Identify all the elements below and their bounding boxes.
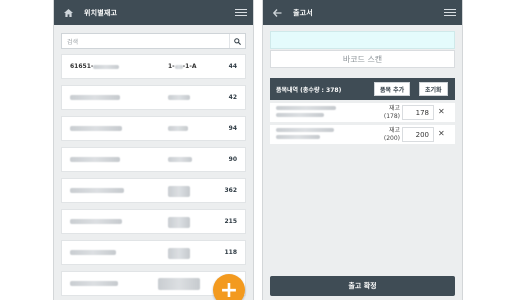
item-quantity: 118 (224, 249, 237, 256)
item-quantity: 44 (228, 63, 237, 70)
app-header: 출고서 (263, 0, 462, 25)
list-item: 재고 (200) 200 ✕ (270, 125, 455, 144)
stock-quantity: (200) (383, 135, 400, 142)
home-button[interactable] (60, 5, 76, 21)
item-location-suffix: -1-A (182, 63, 197, 70)
back-button[interactable] (269, 5, 285, 21)
add-item-button[interactable]: 품목 추가 (374, 82, 411, 96)
list-item[interactable]: 215 (61, 209, 246, 234)
barcode-scan-input[interactable]: 바코드 스캔 (270, 50, 455, 68)
confirm-outbound-button[interactable]: 출고 확정 (270, 276, 455, 296)
outbound-screen: 출고서 바코드 스캔 품목내역 (총수량 : 378) 품목 추가 초기화 재고… (262, 0, 463, 300)
stock-label: 재고 (388, 127, 400, 134)
back-arrow-icon (272, 8, 281, 17)
quantity-input[interactable]: 178 (402, 105, 434, 120)
item-quantity: 90 (228, 156, 237, 163)
item-quantity: 42 (228, 94, 237, 101)
stock-by-location-screen: 위치별재고 검색 61651- 1- -1-A 44 42 94 90 362 2… (53, 0, 254, 300)
add-fab-button[interactable]: + (213, 274, 245, 300)
stock-label: 재고 (388, 105, 400, 112)
menu-icon (235, 8, 247, 10)
barcode-scan-placeholder: 바코드 스캔 (342, 54, 383, 64)
list-item[interactable]: 90 (61, 147, 246, 172)
home-icon (63, 8, 73, 17)
list-item[interactable]: 118 (61, 240, 246, 265)
item-quantity: 94 (228, 125, 237, 132)
app-header: 위치별재고 (54, 0, 253, 25)
search-bar: 검색 (61, 33, 246, 49)
menu-button[interactable] (444, 8, 456, 17)
search-button[interactable] (229, 34, 245, 48)
delete-row-button[interactable]: ✕ (438, 107, 445, 116)
item-location: 1- (168, 63, 175, 70)
menu-icon (444, 8, 456, 10)
page-title: 출고서 (293, 8, 313, 17)
item-quantity: 362 (224, 187, 237, 194)
list-item: 재고 (178) 178 ✕ (270, 103, 455, 122)
list-item[interactable]: 61651- 1- -1-A 44 (61, 54, 246, 79)
item-code: 61651- (70, 63, 94, 70)
page-title: 위치별재고 (84, 8, 118, 17)
quantity-input[interactable]: 200 (402, 127, 434, 142)
close-icon: ✕ (438, 107, 445, 116)
search-icon (234, 37, 241, 45)
close-icon: ✕ (438, 129, 445, 138)
item-quantity: 215 (224, 218, 237, 225)
list-item[interactable]: 94 (61, 116, 246, 141)
list-item[interactable]: 362 (61, 178, 246, 203)
reset-button[interactable]: 초기화 (419, 82, 448, 96)
scan-display (270, 31, 455, 49)
items-total-label: 품목내역 (총수량 : 378) (276, 86, 342, 94)
stock-quantity: (178) (383, 113, 400, 120)
delete-row-button[interactable]: ✕ (438, 129, 445, 138)
list-item[interactable]: 42 (61, 85, 246, 110)
plus-icon: + (219, 277, 239, 300)
items-header: 품목내역 (총수량 : 378) 품목 추가 초기화 (270, 78, 455, 100)
menu-button[interactable] (235, 8, 247, 17)
search-input[interactable]: 검색 (62, 37, 229, 46)
